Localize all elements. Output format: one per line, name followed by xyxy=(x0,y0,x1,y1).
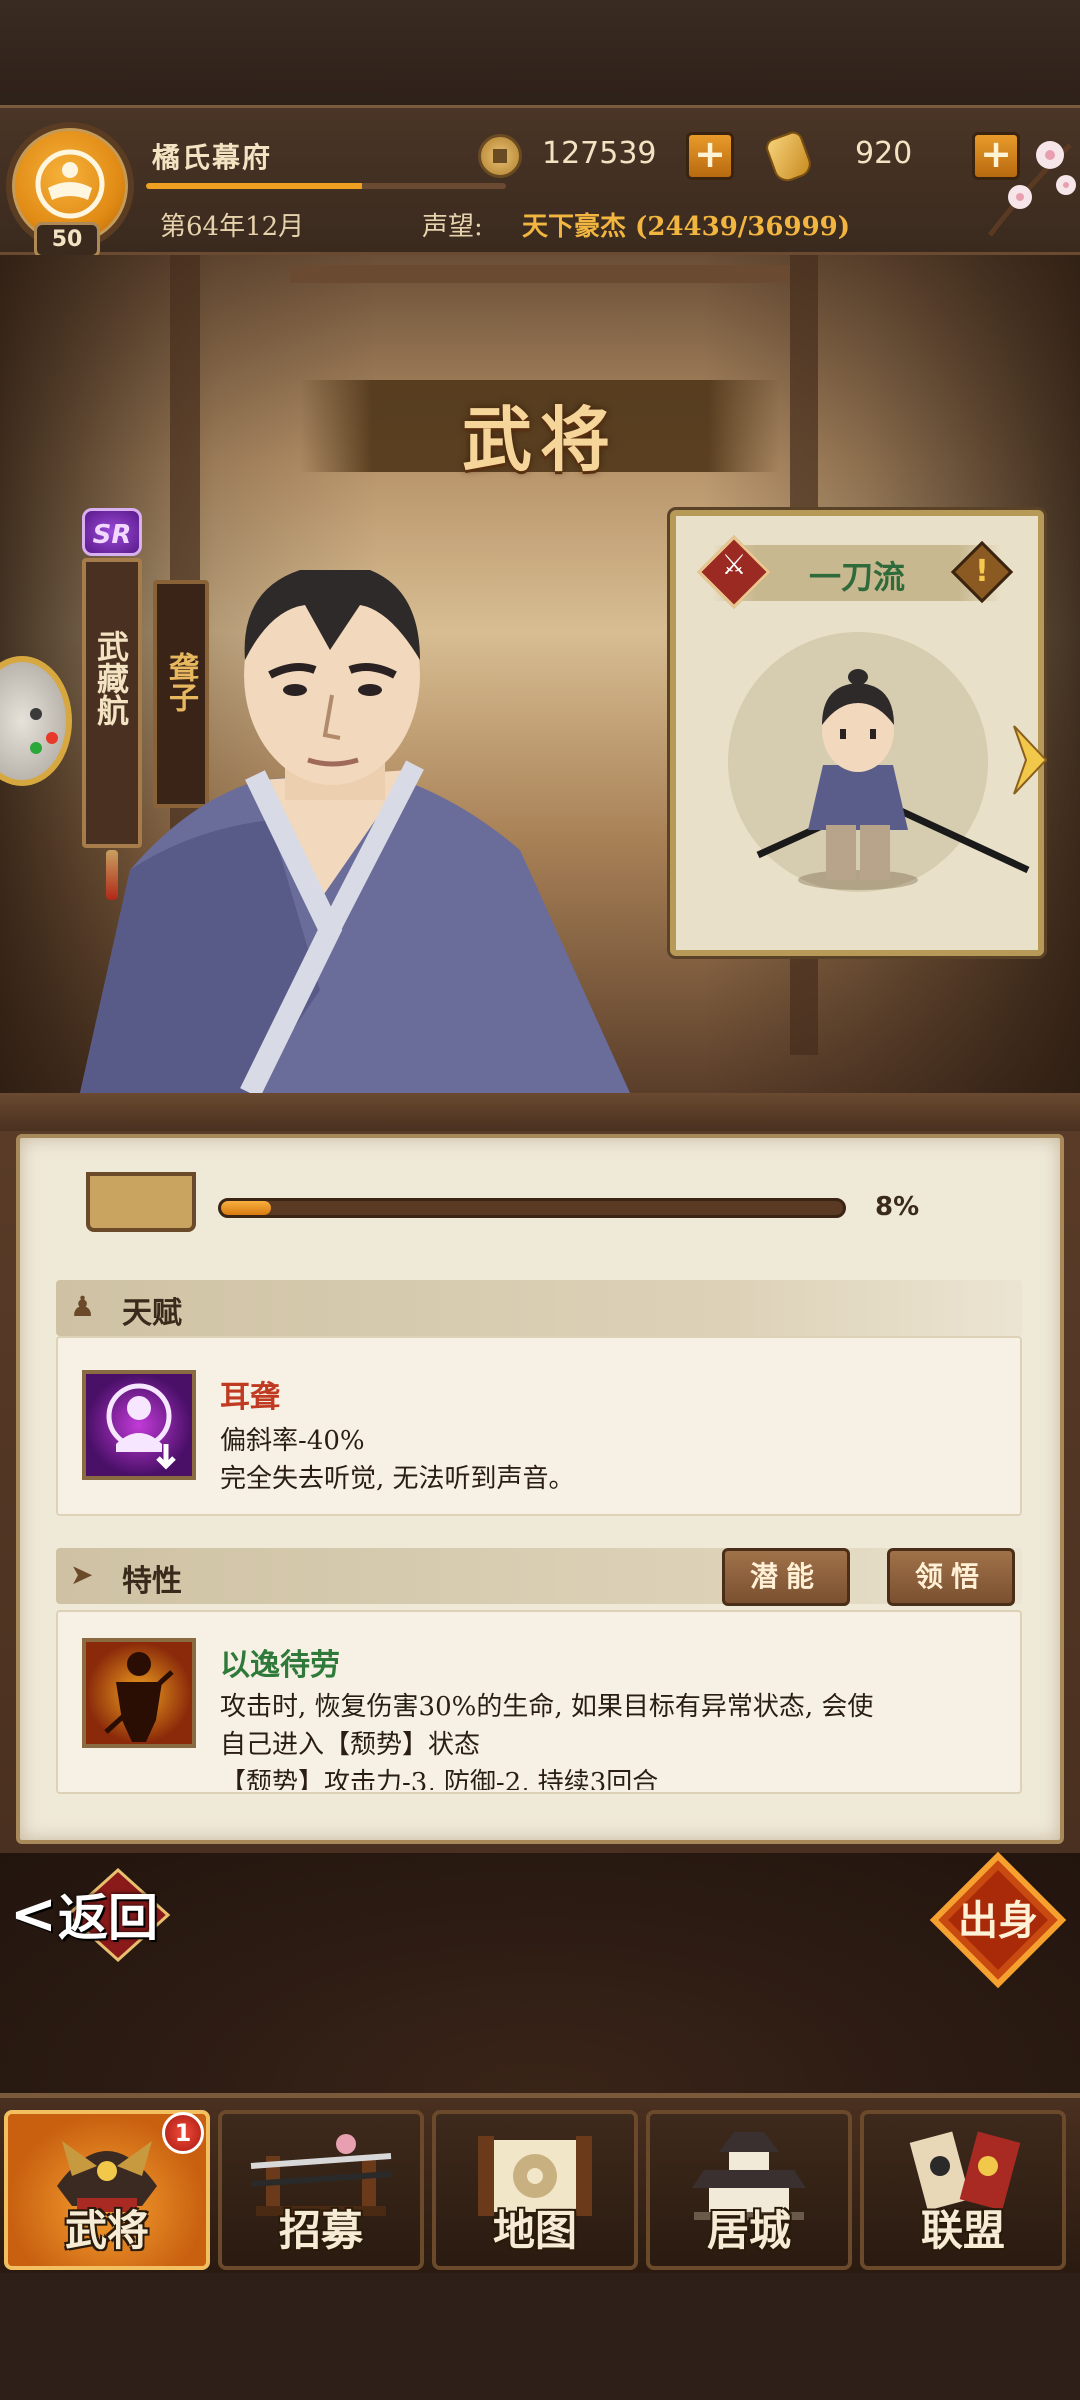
enlist-button[interactable]: 出身 xyxy=(928,1850,1068,1990)
fame-label: 声望: xyxy=(422,212,483,242)
nav-label: 地图 xyxy=(492,2206,577,2255)
trait-name: 以逸待劳 xyxy=(220,1648,340,1683)
samurai-sprite xyxy=(756,669,1030,890)
nav-label: 招募 xyxy=(278,2206,363,2255)
potential-button[interactable]: 潜能 xyxy=(722,1548,850,1606)
enlist-label[interactable]: 出身 xyxy=(958,1897,1038,1944)
trait-text-clip: 以逸待劳 攻击时, 恢复伤害30%的生命, 如果目标有异常状态, 会使 自己进入… xyxy=(56,1610,1022,1790)
cherry-blossom-decoration xyxy=(988,141,1076,237)
copper-coin-icon xyxy=(478,134,522,178)
copper-amount: 127539 xyxy=(542,136,657,171)
trait-description-2: 自己进入【颓势】状态 xyxy=(220,1730,481,1760)
panel-decoration xyxy=(0,1093,1080,1131)
status-area xyxy=(0,0,1080,105)
progress-text: 8% xyxy=(875,1192,920,1222)
trait-description-3: 【颓势】攻击力-3, 防御-2, 持续3回合 xyxy=(220,1768,659,1790)
back-arrow-icon[interactable]: < xyxy=(10,1882,57,1947)
talent-section-title: 天赋 xyxy=(122,1296,182,1331)
exp-bar xyxy=(146,183,506,189)
back-button[interactable]: 返回 xyxy=(58,1878,158,1950)
nav-recruit[interactable]: 招募 xyxy=(218,2110,424,2270)
fame-value: 天下豪杰 (24439/36999) xyxy=(522,212,851,242)
nav-label: 居城 xyxy=(706,2206,791,2255)
progress-fill xyxy=(221,1201,271,1215)
arrow-trait-icon: ➤ xyxy=(70,1558,94,1591)
gold-amount: 920 xyxy=(855,136,913,171)
rarity-badge: SR xyxy=(82,508,142,556)
nav-alliance[interactable]: 联盟 xyxy=(860,2110,1066,2270)
trait-section-header xyxy=(56,1548,1022,1604)
person-down-icon xyxy=(106,1383,176,1470)
talent-icon: ♟ xyxy=(70,1290,96,1323)
talent-description: 完全失去听觉, 无法听到声音。 xyxy=(220,1464,575,1494)
talent-name: 耳聋 xyxy=(220,1380,280,1415)
clan-name: 橘氏幕府 xyxy=(152,141,273,174)
nav-label: 武将 xyxy=(64,2206,149,2255)
hero-portrait[interactable] xyxy=(70,570,690,1093)
trait-section-title: 特性 xyxy=(122,1564,182,1599)
next-job-arrow-icon[interactable] xyxy=(1010,720,1050,800)
scene-beam xyxy=(290,265,790,283)
deaf-talent-icon[interactable] xyxy=(82,1370,196,1480)
notification-badge: 1 xyxy=(162,2112,204,2154)
progress-bar xyxy=(218,1198,846,1218)
trait-description-1: 攻击时, 恢复伤害30%的生命, 如果目标有异常状态, 会使 xyxy=(220,1692,874,1722)
info-icon[interactable]: ! xyxy=(960,550,1004,594)
talent-effect: 偏斜率-40% xyxy=(220,1426,365,1456)
crest-emblem-icon xyxy=(35,149,105,219)
add-copper-button[interactable]: + xyxy=(686,132,734,180)
insight-button[interactable]: 领悟 xyxy=(887,1548,1015,1606)
nav-castle[interactable]: 居城 xyxy=(646,2110,852,2270)
page-title: 武将 xyxy=(462,398,618,481)
game-date: 第64年12月 xyxy=(160,212,305,242)
talent-section-header xyxy=(56,1280,1022,1336)
nav-label: 联盟 xyxy=(920,2206,1005,2255)
player-level: 50 xyxy=(34,222,100,258)
experience-icon xyxy=(86,1172,196,1232)
screen-footer xyxy=(0,2273,1080,2400)
nav-map[interactable]: 地图 xyxy=(432,2110,638,2270)
